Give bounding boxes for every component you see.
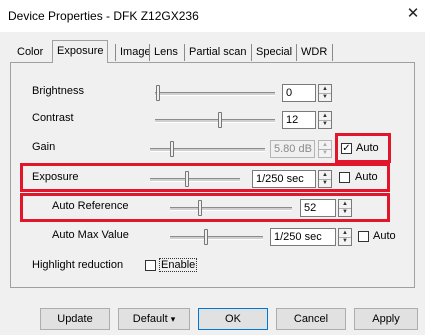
default-button-label: Default: [132, 313, 168, 325]
brightness-spinner[interactable]: ▲ ▼: [318, 84, 332, 102]
spin-down-icon[interactable]: ▼: [319, 179, 331, 187]
exposure-slider-thumb[interactable]: [185, 171, 189, 187]
close-icon[interactable]: ✕: [406, 5, 420, 23]
highlight-reduction-checkbox[interactable]: [145, 260, 156, 271]
auto-reference-slider-thumb[interactable]: [198, 200, 202, 216]
brightness-slider-thumb[interactable]: [156, 85, 160, 101]
tab-lens[interactable]: Lens: [149, 44, 182, 61]
gain-field[interactable]: 5.80 dB: [270, 140, 315, 158]
gain-label: Gain: [32, 141, 56, 153]
contrast-slider-track[interactable]: [155, 119, 275, 123]
auto-max-value-field[interactable]: 1/250 sec: [270, 228, 336, 246]
exposure-spinner[interactable]: ▲ ▼: [318, 170, 332, 188]
auto-reference-field[interactable]: 52: [300, 199, 336, 217]
exposure-slider-track[interactable]: [150, 178, 240, 182]
contrast-slider-thumb[interactable]: [218, 112, 222, 128]
default-dropdown-button[interactable]: Default ▾: [118, 308, 190, 330]
highlight-reduction-enable-label: Enable: [159, 258, 198, 272]
spin-down-icon[interactable]: ▼: [339, 237, 351, 245]
chevron-down-icon: ▾: [170, 314, 176, 324]
contrast-label: Contrast: [32, 112, 74, 124]
auto-max-value-auto-checkbox[interactable]: [358, 231, 369, 242]
brightness-field[interactable]: 0: [282, 84, 316, 102]
exposure-auto-label: Auto: [355, 171, 378, 183]
update-button[interactable]: Update: [40, 308, 110, 330]
highlight-reduction-label: Highlight reduction: [32, 259, 124, 271]
contrast-field[interactable]: 12: [282, 111, 316, 129]
spin-down-icon[interactable]: ▼: [319, 120, 331, 128]
tab-wdr[interactable]: WDR: [296, 44, 331, 61]
spin-down-icon[interactable]: ▼: [319, 93, 331, 101]
title-bar: Device Properties - DFK Z12GX236 ✕: [0, 0, 425, 32]
cancel-button[interactable]: Cancel: [276, 308, 346, 330]
auto-max-value-slider-track[interactable]: [170, 236, 263, 240]
exposure-field[interactable]: 1/250 sec: [252, 170, 316, 188]
contrast-spinner[interactable]: ▲ ▼: [318, 111, 332, 129]
auto-max-value-auto-label: Auto: [373, 230, 396, 242]
apply-button[interactable]: Apply: [354, 308, 418, 330]
auto-reference-spinner[interactable]: ▲ ▼: [338, 199, 352, 217]
window-title: Device Properties - DFK Z12GX236: [8, 9, 199, 23]
tab-exposure[interactable]: Exposure: [52, 40, 109, 63]
gain-slider-track[interactable]: [150, 148, 265, 152]
ok-button[interactable]: OK: [198, 308, 268, 330]
auto-max-value-slider-thumb[interactable]: [204, 229, 208, 245]
gain-auto-checkbox[interactable]: ✓: [341, 143, 352, 154]
brightness-slider-track[interactable]: [155, 92, 275, 96]
exposure-label: Exposure: [32, 171, 79, 183]
spin-down-icon[interactable]: ▼: [339, 208, 351, 216]
auto-reference-slider-track[interactable]: [170, 207, 292, 211]
gain-auto-label: Auto: [356, 142, 379, 154]
spin-down-icon[interactable]: ▼: [319, 149, 331, 157]
exposure-auto-checkbox[interactable]: [339, 172, 350, 183]
auto-max-value-spinner[interactable]: ▲ ▼: [338, 228, 352, 246]
tab-color[interactable]: Color: [13, 44, 47, 61]
auto-reference-label: Auto Reference: [52, 200, 129, 212]
tab-end-separator: [332, 44, 336, 61]
gain-slider-thumb[interactable]: [170, 141, 174, 157]
tab-partial-scan[interactable]: Partial scan: [184, 44, 250, 61]
auto-max-value-label: Auto Max Value: [52, 229, 129, 241]
gain-spinner[interactable]: ▲ ▼: [318, 140, 332, 158]
tab-special[interactable]: Special: [251, 44, 296, 61]
brightness-label: Brightness: [32, 85, 84, 97]
